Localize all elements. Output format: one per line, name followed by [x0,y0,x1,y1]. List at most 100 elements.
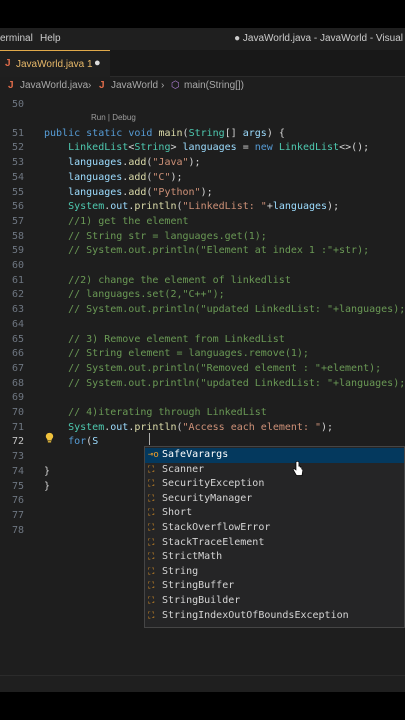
line-number: 62 [11,289,24,301]
suggestion-item[interactable]: ⛶ StackOverflowError [145,521,404,536]
code-text: System.out.println("Access each element:… [68,421,334,433]
code-line[interactable]: 57 //1) get the element [0,215,405,230]
suggestion-label: SafeVarargs [162,449,229,460]
suggestion-label: StackOverflowError [162,522,271,533]
code-line[interactable]: 62 // languages.set(2,"C++"); [0,288,405,303]
suggestion-label: StackTraceElement [162,536,265,548]
line-number: 70 [11,407,24,418]
code-text: // String str = languages.get(1); [68,230,267,242]
line-number: 69 [11,392,24,404]
code-text: } [44,480,51,492]
code-text: languages.add("Java"); [68,157,201,169]
breadcrumb-method[interactable]: main(String[]) [184,80,244,91]
line-number: 54 [11,171,24,183]
breadcrumb-file[interactable]: JavaWorld.java [20,80,88,91]
suggestion-label: Scanner [162,463,205,475]
modified-dot-icon[interactable]: ● [94,57,101,69]
code-line[interactable]: 52 LinkedList<String> languages = new Li… [0,141,405,156]
title-bar: erminal Help ● JavaWorld.java - JavaWorl… [0,28,405,50]
suggestion-item[interactable]: ⊸o SafeVarargs [145,448,404,463]
code-line[interactable]: 53 languages.add("Java"); [0,156,405,171]
suggestion-item[interactable]: ⛶ String [145,565,404,580]
code-line[interactable]: 71 System.out.println("Access each eleme… [0,421,405,436]
line-number: 50 [11,99,24,110]
code-line[interactable]: 64 [0,318,405,333]
breadcrumb-class[interactable]: JavaWorld [111,80,158,91]
suggestion-item[interactable]: ⛶ SecurityException [145,477,404,492]
line-number: 72 [11,436,24,448]
text-cursor [149,433,150,445]
line-number: 76 [11,495,24,507]
code-line[interactable]: 63 // System.out.println("updated Linked… [0,303,405,318]
line-number: 68 [11,377,24,389]
code-text: // 3) Remove element from LinkedList [68,333,285,345]
menu-terminal[interactable]: erminal [0,33,33,44]
code-line[interactable]: 68 // System.out.println("updated Linked… [0,377,405,392]
line-number: 55 [11,186,24,198]
code-line[interactable]: 65 // 3) Remove element from LinkedList [0,333,405,348]
suggestion-item[interactable]: ⛶ Scanner [145,463,404,478]
line-number: 57 [11,215,24,227]
line-number: 59 [11,245,24,257]
codelens-run-debug[interactable]: Run | Debug [91,113,136,122]
line-number: 75 [11,480,24,492]
class-icon: ⛶ [148,464,155,475]
code-text: //2) change the element of linkedlist [68,274,291,286]
class-icon: ⛶ [148,596,155,606]
bottom-letterbox [0,692,405,720]
code-text: // System.out.println("Element at index … [68,245,370,257]
line-number: 56 [11,201,24,213]
suggestion-label: SecurityException [162,478,265,490]
class-icon: ⛶ [148,479,155,490]
suggestion-item[interactable]: ⛶ Short [145,506,404,521]
code-text: } [44,465,51,477]
suggestion-item[interactable]: ⛶ StringBuilder [145,594,404,609]
suggestion-item[interactable]: ⛶ SecurityManager [145,492,404,507]
code-text: public static void main(String[] args) { [44,127,285,139]
code-line[interactable]: 60 [0,259,405,274]
line-number: 73 [11,451,24,463]
mouse-pointer-icon [292,461,304,476]
lightbulb-icon[interactable] [44,432,55,443]
java-class-icon: J [99,80,105,91]
code-line[interactable]: 67 // System.out.println("Removed elemen… [0,362,405,377]
line-number: 65 [11,333,24,345]
menu-help[interactable]: Help [40,33,61,44]
code-line[interactable]: 66 // String element = languages.remove(… [0,347,405,362]
suggestion-item[interactable]: ⛶ StrictMath [145,550,404,565]
code-line[interactable]: 58 // String str = languages.get(1); [0,230,405,245]
line-number: 53 [11,157,24,169]
code-text: // System.out.println("Removed element :… [68,362,382,374]
code-line[interactable]: 59 // System.out.println("Element at ind… [0,244,405,259]
suggestion-label: StringIndexOutOfBoundsException [162,609,349,621]
line-number: 63 [11,304,24,316]
suggestion-item[interactable]: ⛶ StackTraceElement [145,536,404,551]
status-bar [0,675,405,693]
class-icon: ⛶ [148,566,155,577]
code-text: // System.out.println("updated LinkedLis… [68,377,405,389]
suggestion-item[interactable]: ⛶ StringIndexOutOfBoundsException [145,609,404,624]
line-number: 64 [11,318,24,330]
class-icon: ⛶ [148,493,155,504]
code-text: System.out.println("LinkedList: "+langua… [68,201,340,213]
chevron-right-icon: › [161,80,165,91]
code-line[interactable]: 61 //2) change the element of linkedlist [0,274,405,289]
code-line[interactable]: 54 languages.add("C"); [0,171,405,186]
code-line[interactable]: 56 System.out.println("LinkedList: "+lan… [0,200,405,215]
class-icon: ⛶ [148,537,155,548]
code-line[interactable]: 50 [0,98,405,113]
suggestion-item[interactable]: ⛶ StringBuffer [145,579,404,594]
autocomplete-suggestions[interactable]: ⊸o SafeVarargs ⛶ Scanner ⛶ SecurityException ⛶… [144,446,405,628]
class-icon: ⛶ [148,523,155,533]
line-number: 61 [11,274,24,286]
class-icon: ⛶ [148,581,155,592]
tab-javaworld[interactable]: J JavaWorld.java 1 ● [0,50,110,77]
code-line[interactable]: 69 [0,391,405,406]
line-number: 52 [11,142,24,154]
window-title: ● JavaWorld.java - JavaWorld - Visual [234,33,403,44]
code-line[interactable]: 55 languages.add("Python"); [0,186,405,201]
code-line[interactable]: 70 // 4)iterating through LinkedList [0,406,405,421]
line-number: 78 [11,524,24,536]
code-text: languages.add("Python"); [68,186,213,198]
code-line[interactable]: 51 public static void main(String[] args)… [0,127,405,142]
